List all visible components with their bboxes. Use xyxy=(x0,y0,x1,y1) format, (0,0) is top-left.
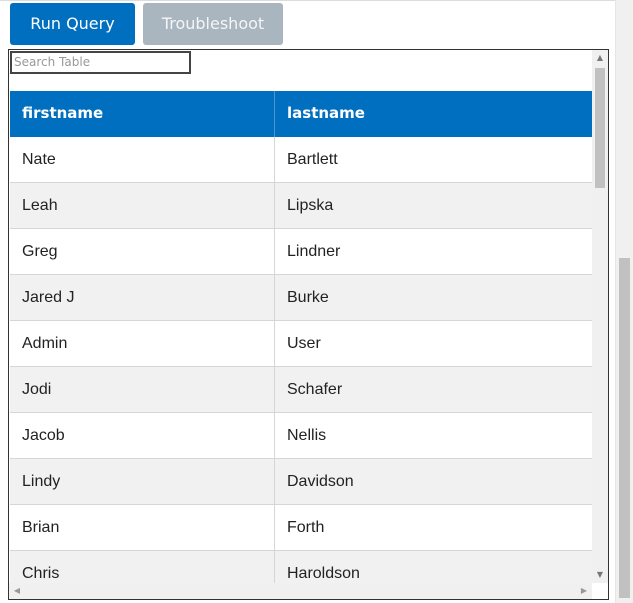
cell-firstname: Greg xyxy=(10,229,275,274)
table-vertical-scroll-thumb[interactable] xyxy=(595,68,605,188)
table-row[interactable]: Nate Bartlett xyxy=(10,137,592,183)
cell-lastname: Schafer xyxy=(287,381,343,398)
cell-firstname: Nate xyxy=(10,137,275,182)
table-row[interactable]: Jodi Schafer xyxy=(10,367,592,413)
cell-firstname: Brian xyxy=(10,505,275,550)
cell-firstname: Jodi xyxy=(10,367,275,412)
column-header-lastname[interactable]: lastname xyxy=(275,91,592,137)
run-query-button[interactable]: Run Query xyxy=(10,3,135,45)
cell-firstname: Admin xyxy=(10,321,275,366)
search-table-input[interactable]: Search Table xyxy=(10,51,191,74)
page-vertical-scroll-thumb[interactable] xyxy=(619,258,630,598)
table-vertical-scrollbar[interactable]: ▲ ▼ xyxy=(592,50,608,583)
troubleshoot-button[interactable]: Troubleshoot xyxy=(143,3,283,45)
table-row[interactable]: Jacob Nellis xyxy=(10,413,592,459)
cell-lastname: Lindner xyxy=(287,243,341,260)
scroll-down-icon[interactable]: ▼ xyxy=(592,567,608,583)
cell-firstname: Leah xyxy=(10,183,275,228)
table-row[interactable]: Greg Lindner xyxy=(10,229,592,275)
table-row[interactable]: Admin User xyxy=(10,321,592,367)
cell-lastname: Lipska xyxy=(287,197,334,214)
cell-lastname: Forth xyxy=(287,519,325,536)
cell-firstname: Jared J xyxy=(10,275,275,320)
table-row[interactable]: Leah Lipska xyxy=(10,183,592,229)
table-row[interactable]: Jared J Burke xyxy=(10,275,592,321)
scroll-right-icon[interactable]: ▶ xyxy=(576,583,592,599)
table-row[interactable]: Lindy Davidson xyxy=(10,459,592,505)
scroll-up-icon[interactable]: ▲ xyxy=(592,50,608,66)
cell-firstname: Jacob xyxy=(10,413,275,458)
page-vertical-scrollbar[interactable] xyxy=(615,0,633,603)
cell-firstname: Lindy xyxy=(10,459,275,504)
cell-lastname: Davidson xyxy=(287,473,354,490)
scroll-left-icon[interactable]: ◀ xyxy=(9,583,25,599)
top-border xyxy=(0,0,633,1)
table-row[interactable]: Brian Forth xyxy=(10,505,592,551)
results-table-panel: Search Table firstname lastname Nate Bar… xyxy=(8,49,609,600)
cell-lastname: Burke xyxy=(287,289,329,306)
cell-lastname: Nellis xyxy=(287,427,327,444)
results-table: firstname lastname Nate Bartlett Leah Li… xyxy=(10,91,592,597)
table-horizontal-scrollbar[interactable]: ◀ ▶ xyxy=(9,583,592,599)
table-header-row: firstname lastname xyxy=(10,91,592,137)
cell-lastname: Bartlett xyxy=(287,151,338,168)
column-header-firstname[interactable]: firstname xyxy=(10,91,275,137)
cell-lastname: User xyxy=(287,335,321,352)
